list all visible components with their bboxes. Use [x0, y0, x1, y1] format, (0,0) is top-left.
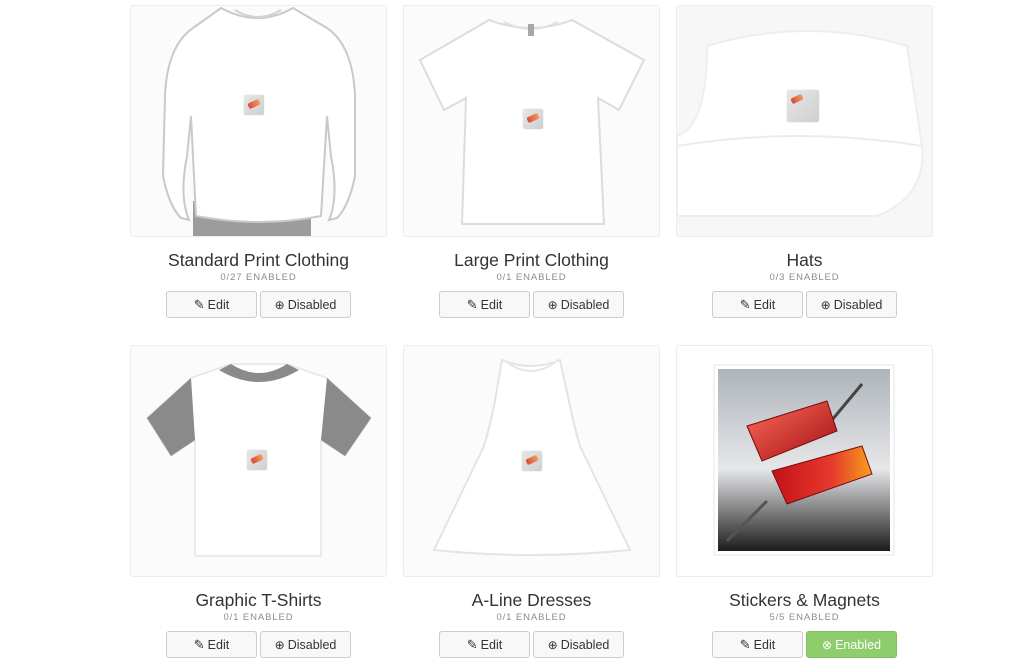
product-thumbnail[interactable]	[403, 5, 660, 237]
product-title: Standard Print Clothing	[168, 250, 349, 270]
product-thumbnail[interactable]	[676, 345, 933, 577]
product-title: A-Line Dresses	[471, 590, 592, 610]
enabled-toggle-button[interactable]: ⊗ Enabled	[806, 631, 897, 658]
edit-button[interactable]: ✎ Edit	[439, 291, 530, 318]
enabled-count: 0/1 ENABLED	[223, 612, 294, 623]
enabled-count: 0/3 ENABLED	[769, 272, 840, 283]
design-preview-icon	[787, 90, 819, 122]
edit-button[interactable]: ✎ Edit	[439, 631, 530, 658]
edit-label: Edit	[480, 637, 503, 652]
button-row: ✎ Edit ⊕ Disabled	[403, 631, 660, 658]
design-preview-icon	[522, 451, 542, 471]
edit-icon: ✎	[466, 297, 478, 312]
plus-circle-icon: ⊕	[547, 297, 558, 312]
disabled-toggle-button[interactable]: ⊕ Disabled	[260, 631, 351, 658]
edit-button[interactable]: ✎ Edit	[166, 631, 257, 658]
edit-label: Edit	[207, 297, 230, 312]
product-card-graphic-t-shirts: Graphic T-Shirts 0/1 ENABLED ✎ Edit ⊕ Di…	[130, 345, 387, 658]
plus-circle-icon: ⊕	[820, 297, 831, 312]
button-row: ✎ Edit ⊕ Disabled	[130, 631, 387, 658]
edit-button[interactable]: ✎ Edit	[712, 631, 803, 658]
sticker-image	[713, 364, 895, 556]
disabled-toggle-button[interactable]: ⊕ Disabled	[806, 291, 897, 318]
plus-circle-icon: ⊕	[547, 637, 558, 652]
edit-button[interactable]: ✎ Edit	[712, 291, 803, 318]
disabled-toggle-button[interactable]: ⊕ Disabled	[533, 631, 624, 658]
product-title: Graphic T-Shirts	[195, 590, 322, 610]
product-thumbnail[interactable]	[130, 345, 387, 577]
enabled-count: 0/1 ENABLED	[496, 272, 567, 283]
product-thumbnail[interactable]	[403, 345, 660, 577]
product-title: Large Print Clothing	[454, 250, 609, 270]
product-card-a-line-dresses: A-Line Dresses 0/1 ENABLED ✎ Edit ⊕ Disa…	[403, 345, 660, 658]
edit-icon: ✎	[739, 637, 751, 652]
state-label: Disabled	[833, 297, 883, 312]
edit-icon: ✎	[193, 637, 205, 652]
edit-icon: ✎	[193, 297, 205, 312]
button-row: ✎ Edit ⊕ Disabled	[403, 291, 660, 318]
edit-button[interactable]: ✎ Edit	[166, 291, 257, 318]
plus-circle-icon: ⊕	[274, 297, 285, 312]
edit-label: Edit	[480, 297, 503, 312]
enabled-count: 5/5 ENABLED	[769, 612, 840, 623]
disabled-toggle-button[interactable]: ⊕ Disabled	[260, 291, 351, 318]
button-row: ✎ Edit ⊕ Disabled	[130, 291, 387, 318]
product-title: Hats	[786, 250, 823, 270]
enabled-count: 0/27 ENABLED	[220, 272, 297, 283]
plus-circle-icon: ⊕	[274, 637, 285, 652]
state-label: Disabled	[287, 297, 337, 312]
enabled-count: 0/1 ENABLED	[496, 612, 567, 623]
product-thumbnail[interactable]	[130, 5, 387, 237]
product-card-large-print-clothing: Large Print Clothing 0/1 ENABLED ✎ Edit …	[403, 5, 660, 318]
edit-icon: ✎	[466, 637, 478, 652]
button-row: ✎ Edit ⊕ Disabled	[676, 291, 933, 318]
disabled-toggle-button[interactable]: ⊕ Disabled	[533, 291, 624, 318]
product-card-standard-print-clothing: Standard Print Clothing 0/27 ENABLED ✎ E…	[130, 5, 387, 318]
tshirt-on-model-image	[161, 6, 356, 236]
edit-label: Edit	[753, 297, 776, 312]
design-preview-icon	[523, 109, 543, 129]
design-preview-icon	[247, 450, 267, 470]
check-circle-icon: ⊗	[822, 637, 833, 652]
product-thumbnail[interactable]	[676, 5, 933, 237]
state-label: Disabled	[287, 637, 337, 652]
edit-label: Edit	[207, 637, 230, 652]
design-preview-icon	[244, 95, 264, 115]
edit-label: Edit	[753, 637, 776, 652]
product-card-hats: Hats 0/3 ENABLED ✎ Edit ⊕ Disabled	[676, 5, 933, 318]
state-label: Disabled	[560, 637, 610, 652]
button-row: ✎ Edit ⊗ Enabled	[676, 631, 933, 658]
state-label: Enabled	[835, 637, 881, 652]
product-card-stickers-and-magnets: Stickers & Magnets 5/5 ENABLED ✎ Edit ⊗ …	[676, 345, 933, 658]
edit-icon: ✎	[739, 297, 751, 312]
state-label: Disabled	[560, 297, 610, 312]
product-title: Stickers & Magnets	[729, 590, 880, 610]
